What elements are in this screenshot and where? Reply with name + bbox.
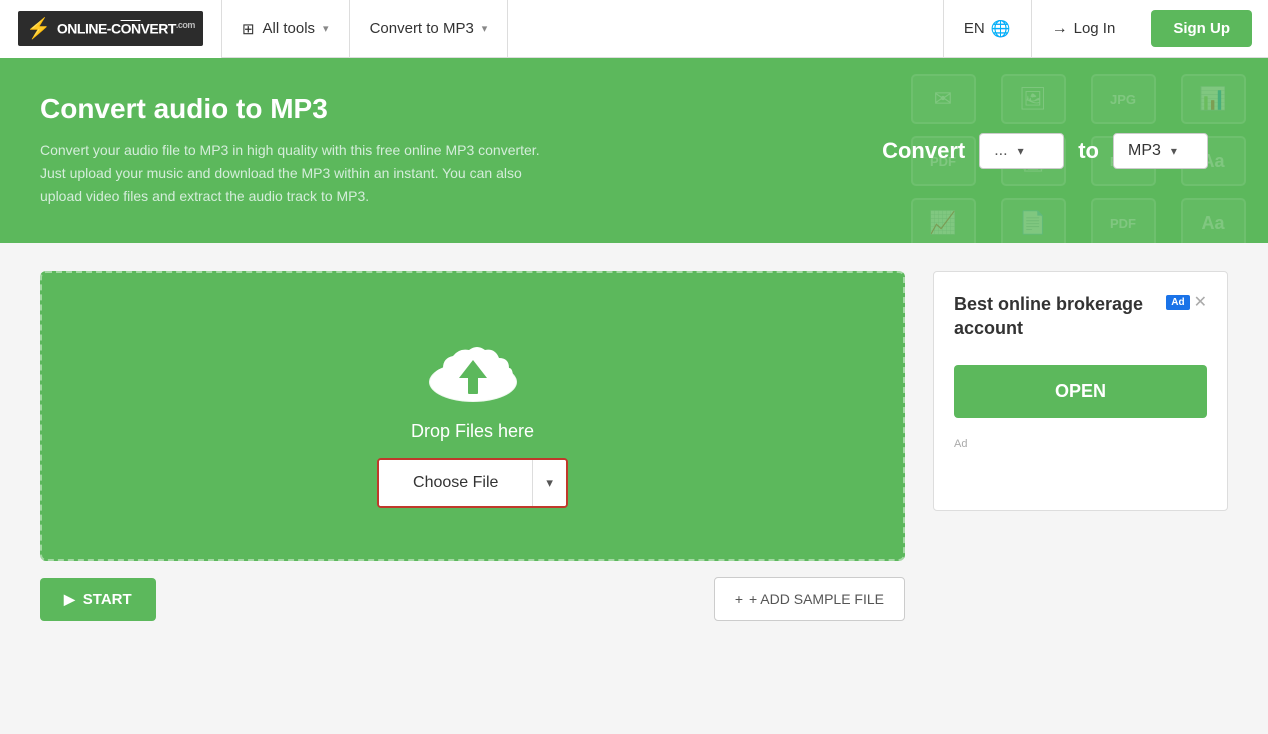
start-chevron-icon: ▶: [64, 591, 75, 608]
hero-section: Convert audio to MP3 Convert your audio …: [0, 58, 1268, 243]
start-label: START: [83, 591, 132, 608]
ad-open-button[interactable]: OPEN: [954, 365, 1207, 418]
logo-icon: ⚡: [26, 16, 51, 41]
login-label: Log In: [1074, 20, 1116, 37]
from-format-dropdown[interactable]: ... ▾: [979, 133, 1064, 169]
all-tools-chevron: ▾: [323, 22, 329, 35]
grid-icon: ⊞: [242, 20, 255, 38]
bg-icon-photo: 🖼: [1001, 74, 1066, 124]
to-label: to: [1078, 138, 1099, 164]
hero-description: Convert your audio file to MP3 in high q…: [40, 139, 560, 208]
bg-icon-graph: 📈: [911, 198, 976, 243]
hero-right: Convert ... ▾ to MP3 ▾: [882, 133, 1208, 169]
signup-button[interactable]: Sign Up: [1151, 10, 1252, 47]
from-dropdown-chevron: ▾: [1018, 144, 1024, 158]
choose-file-button[interactable]: Choose File: [379, 460, 532, 506]
ad-sidebar: Best online brokerage account Ad ✕ OPEN …: [933, 271, 1228, 621]
add-sample-file-button[interactable]: + + ADD SAMPLE FILE: [714, 577, 905, 621]
bg-icon-email: ✉: [911, 74, 976, 124]
bg-icon-jpg: JPG: [1091, 74, 1156, 124]
ad-badge: Ad: [1166, 295, 1189, 310]
logo-text: ONLINE-CONVERT.com: [57, 20, 195, 37]
login-button[interactable]: → Log In: [1031, 0, 1136, 58]
hero-left: Convert audio to MP3 Convert your audio …: [40, 93, 560, 208]
bg-icon-pdf3: PDF: [1091, 198, 1156, 243]
cloud-upload-icon: [423, 330, 523, 405]
globe-icon: 🌐: [991, 19, 1011, 39]
choose-file-dropdown-arrow[interactable]: ▾: [532, 460, 566, 506]
language-selector[interactable]: EN 🌐: [943, 0, 1031, 58]
login-arrow-icon: →: [1052, 20, 1068, 38]
to-dropdown-chevron: ▾: [1171, 144, 1177, 158]
lang-label: EN: [964, 20, 985, 37]
ad-close-icon[interactable]: ✕: [1194, 292, 1207, 312]
ad-label: Ad: [954, 438, 967, 450]
bg-icon-text: Aa: [1181, 198, 1246, 243]
add-sample-icon: +: [735, 591, 743, 607]
ad-controls: Ad ✕: [1166, 292, 1207, 312]
all-tools-nav[interactable]: ⊞ All tools ▾: [222, 0, 350, 58]
hero-title: Convert audio to MP3: [40, 93, 560, 125]
upload-section: Drop Files here Choose File ▾ ▶ START + …: [40, 271, 905, 621]
convert-chevron: ▾: [482, 22, 488, 35]
bg-icon-chart: 📊: [1181, 74, 1246, 124]
main-content: Drop Files here Choose File ▾ ▶ START + …: [0, 243, 1268, 649]
bg-icon-doc: 📄: [1001, 198, 1066, 243]
ad-box: Best online brokerage account Ad ✕ OPEN …: [933, 271, 1228, 511]
drop-text: Drop Files here: [411, 421, 534, 442]
to-format-value: MP3: [1128, 142, 1161, 160]
logo-area[interactable]: ⚡ ONLINE-CONVERT.com: [0, 0, 222, 58]
ad-header: Best online brokerage account Ad ✕: [954, 292, 1207, 341]
convert-to-mp3-nav[interactable]: Convert to MP3 ▾: [350, 0, 509, 58]
navbar: ⚡ ONLINE-CONVERT.com ⊞ All tools ▾ Conve…: [0, 0, 1268, 58]
choose-file-wrapper[interactable]: Choose File ▾: [377, 458, 568, 508]
start-button[interactable]: ▶ START: [40, 578, 156, 621]
from-format-value: ...: [994, 142, 1007, 160]
convert-to-mp3-label: Convert to MP3: [370, 20, 474, 37]
to-format-dropdown[interactable]: MP3 ▾: [1113, 133, 1208, 169]
upload-box[interactable]: Drop Files here Choose File ▾: [40, 271, 905, 561]
cloud-upload-svg: [423, 330, 523, 405]
ad-title: Best online brokerage account: [954, 292, 1154, 341]
add-sample-label: + ADD SAMPLE FILE: [749, 591, 884, 607]
all-tools-label: All tools: [263, 20, 316, 37]
action-buttons: ▶ START + + ADD SAMPLE FILE: [40, 577, 905, 621]
convert-label: Convert: [882, 138, 965, 164]
